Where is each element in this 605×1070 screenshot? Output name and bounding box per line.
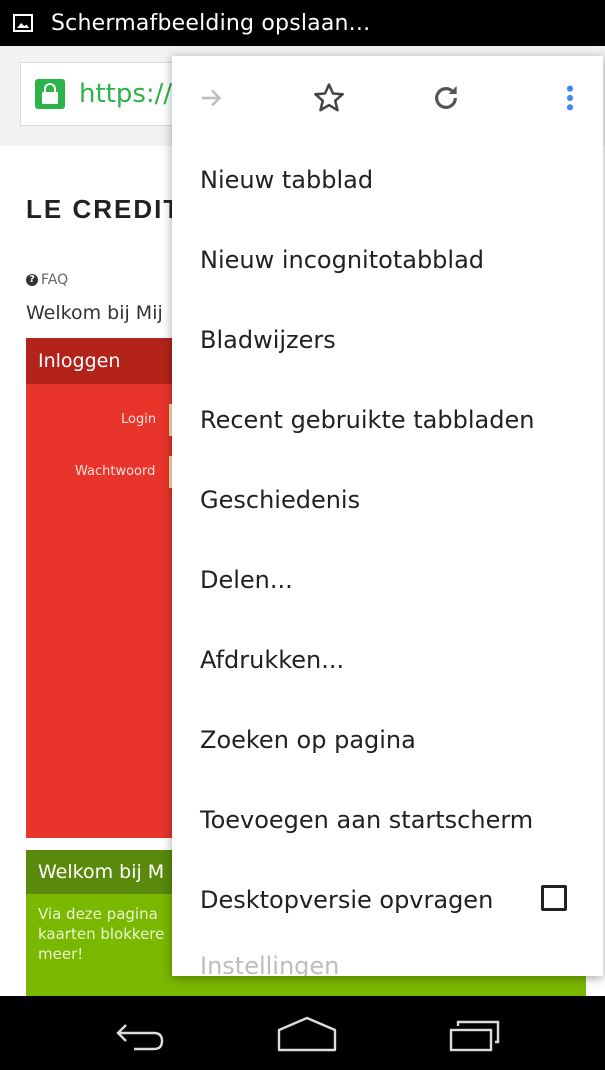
desktop-site-checkbox[interactable] — [541, 885, 567, 911]
menu-item-label: Recent gebruikte tabbladen — [200, 406, 535, 434]
recents-icon[interactable] — [445, 1008, 505, 1058]
lock-icon — [35, 79, 65, 109]
navigation-bar — [0, 996, 605, 1070]
menu-item-bookmarks[interactable]: Bladwijzers — [172, 300, 603, 380]
reload-icon[interactable] — [426, 78, 466, 118]
back-icon[interactable] — [110, 1008, 170, 1058]
menu-toolbar — [172, 56, 603, 140]
menu-item-label: Instellingen — [200, 952, 340, 976]
menu-item-label: Afdrukken... — [200, 646, 345, 674]
menu-item-label: Toevoegen aan startscherm — [200, 806, 534, 834]
menu-item-label: Nieuw tabblad — [200, 166, 374, 194]
home-icon[interactable] — [274, 1008, 337, 1058]
faq-label: FAQ — [41, 272, 69, 288]
faq-link[interactable]: ? FAQ — [26, 272, 68, 288]
menu-item-print[interactable]: Afdrukken... — [172, 620, 603, 700]
password-label: Wachtwoord — [75, 464, 156, 479]
menu-item-label: Bladwijzers — [200, 326, 336, 354]
welcome-text: Welkom bij Mij — [26, 302, 163, 324]
more-vert-icon[interactable] — [550, 78, 590, 118]
status-bar: Schermafbeelding opslaan... — [0, 0, 605, 46]
menu-item-new-tab[interactable]: Nieuw tabblad — [172, 140, 603, 220]
login-label: Login — [121, 412, 157, 427]
menu-item-label: Nieuw incognitotabblad — [200, 246, 485, 274]
menu-item-label: Desktopversie opvragen — [200, 886, 494, 914]
menu-item-request-desktop-site[interactable]: Desktopversie opvragen — [172, 860, 603, 940]
question-icon: ? — [26, 274, 38, 286]
menu-item-settings[interactable]: Instellingen — [172, 940, 603, 976]
welcome-panel-text: Via deze pagina kaarten blokkere meer! — [38, 905, 165, 963]
image-icon — [13, 14, 33, 32]
overflow-menu: Nieuw tabblad Nieuw incognitotabblad Bla… — [172, 56, 603, 976]
menu-item-label: Delen... — [200, 566, 293, 594]
menu-item-history[interactable]: Geschiedenis — [172, 460, 603, 540]
menu-item-find-in-page[interactable]: Zoeken op pagina — [172, 700, 603, 780]
notification-text: Schermafbeelding opslaan... — [51, 10, 371, 36]
forward-arrow-icon[interactable] — [192, 78, 232, 118]
menu-item-add-to-homescreen[interactable]: Toevoegen aan startscherm — [172, 780, 603, 860]
star-icon[interactable] — [309, 78, 349, 118]
menu-item-label: Geschiedenis — [200, 486, 361, 514]
menu-item-new-incognito-tab[interactable]: Nieuw incognitotabblad — [172, 220, 603, 300]
menu-item-share[interactable]: Delen... — [172, 540, 603, 620]
site-logo[interactable]: LE CREDIT — [26, 194, 181, 225]
menu-item-recent-tabs[interactable]: Recent gebruikte tabbladen — [172, 380, 603, 460]
menu-item-label: Zoeken op pagina — [200, 726, 416, 754]
url-text: https:// — [79, 79, 173, 109]
